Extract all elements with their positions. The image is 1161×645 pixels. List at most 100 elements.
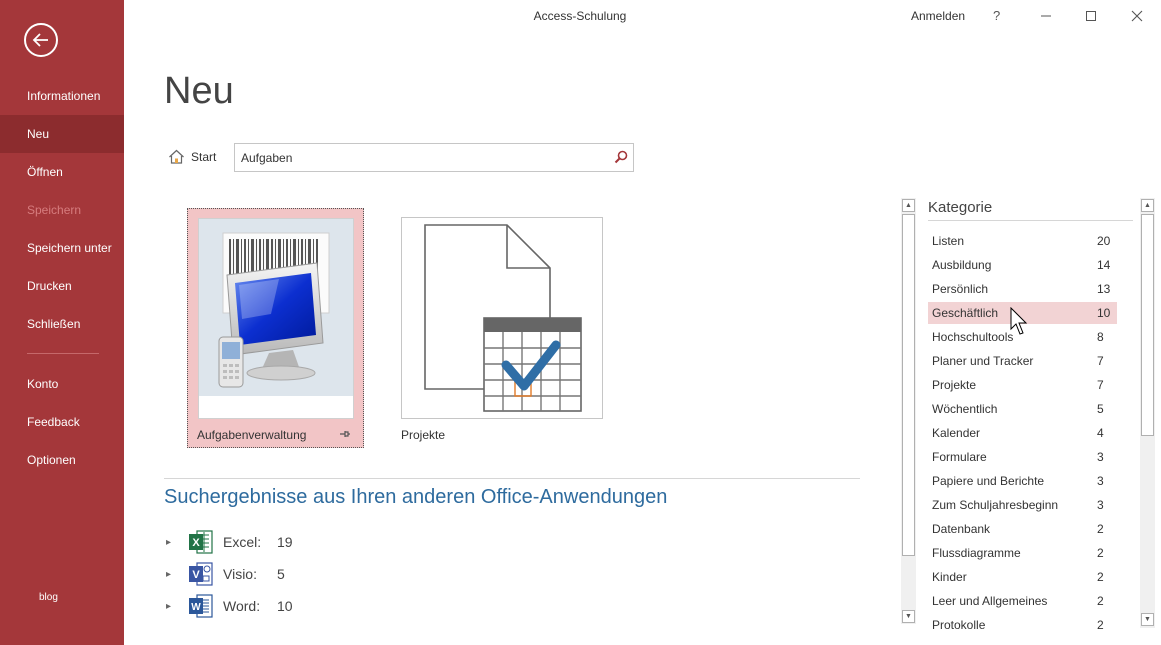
- category-name: Datenbank: [932, 522, 991, 536]
- nav-speichern: Speichern: [27, 203, 82, 217]
- category-count: 3: [1097, 474, 1104, 488]
- category-name: Planer und Tracker: [932, 354, 1034, 368]
- category-name: Listen: [932, 234, 965, 248]
- category-item[interactable]: Listen 20: [928, 230, 1117, 252]
- category-item[interactable]: Planer und Tracker 7: [928, 350, 1117, 372]
- nav-neu[interactable]: Neu: [0, 115, 124, 153]
- category-item[interactable]: Flussdiagramme 2: [928, 542, 1117, 564]
- category-count: 2: [1097, 546, 1104, 560]
- app-count-excel: 19: [277, 534, 293, 550]
- category-item[interactable]: Persönlich 13: [928, 278, 1117, 300]
- category-scrollbar-right[interactable]: ▲ ▼: [1140, 198, 1155, 628]
- app-name-excel: Excel:: [223, 534, 262, 550]
- close-button[interactable]: [1122, 4, 1152, 28]
- template-thumbnail: [198, 218, 354, 419]
- start-breadcrumb[interactable]: Start: [168, 149, 216, 164]
- category-divider: [928, 220, 1133, 221]
- help-button[interactable]: ?: [993, 8, 1000, 23]
- app-result-word[interactable]: ▸ W Word: 10: [166, 593, 293, 619]
- page-title: Neu: [164, 70, 234, 112]
- category-name: Flussdiagramme: [932, 546, 1021, 560]
- category-count: 7: [1097, 378, 1104, 392]
- category-scrollbar-left[interactable]: ▲ ▼: [901, 198, 916, 624]
- nav-informationen[interactable]: Informationen: [0, 77, 124, 115]
- template-label-projekte: Projekte: [401, 428, 446, 442]
- blog-label: blog: [39, 592, 58, 603]
- template-tile-aufgabenverwaltung[interactable]: Aufgabenverwaltung: [187, 208, 364, 448]
- maximize-button[interactable]: [1076, 4, 1106, 28]
- start-label: Start: [191, 149, 217, 164]
- category-count: 2: [1097, 522, 1104, 536]
- category-item[interactable]: Formulare 3: [928, 446, 1117, 468]
- nav-optionen[interactable]: Optionen: [0, 441, 124, 479]
- category-item[interactable]: Wöchentlich 5: [928, 398, 1117, 420]
- app-name-word: Word:: [223, 598, 261, 614]
- app-result-visio[interactable]: ▸ V Visio: 5: [166, 561, 285, 587]
- category-name: Projekte: [932, 378, 977, 392]
- nav-divider: [27, 353, 99, 354]
- scroll-up-arrow-icon[interactable]: ▲: [1141, 199, 1154, 212]
- category-name: Ausbildung: [932, 258, 992, 272]
- category-item[interactable]: Papiere und Berichte 3: [928, 470, 1117, 492]
- nav-speichern-unter[interactable]: Speichern unter: [0, 229, 124, 267]
- scroll-up-arrow-icon[interactable]: ▲: [902, 199, 915, 212]
- template-tile-projekte[interactable]: [401, 217, 603, 419]
- app-result-excel[interactable]: ▸ X Excel: 19: [166, 529, 293, 555]
- template-search-box: [234, 143, 634, 172]
- category-item[interactable]: Ausbildung 14: [928, 254, 1117, 276]
- category-count: 3: [1097, 450, 1104, 464]
- nav-konto[interactable]: Konto: [0, 365, 124, 403]
- category-item[interactable]: Kinder 2: [928, 566, 1117, 588]
- scroll-thumb[interactable]: [1141, 214, 1154, 436]
- category-count: 20: [1097, 234, 1111, 248]
- category-count: 2: [1097, 594, 1104, 608]
- category-item[interactable]: Leer und Allgemeines 2: [928, 590, 1117, 612]
- pin-icon: [340, 431, 350, 437]
- nav-drucken[interactable]: Drucken: [0, 267, 124, 305]
- computer-barcode-illustration: [218, 232, 330, 388]
- scroll-down-arrow-icon[interactable]: ▼: [1141, 613, 1154, 626]
- category-item[interactable]: Projekte 7: [928, 374, 1117, 396]
- category-name: Leer und Allgemeines: [932, 594, 1048, 608]
- signin-link[interactable]: Anmelden: [911, 9, 965, 23]
- category-count: 5: [1097, 402, 1104, 416]
- category-item[interactable]: Datenbank 2: [928, 518, 1117, 540]
- nav-schliessen[interactable]: Schließen: [0, 305, 124, 343]
- other-apps-heading: Suchergebnisse aus Ihren anderen Office-…: [164, 486, 668, 508]
- category-item[interactable]: Kalender 4: [928, 422, 1117, 444]
- category-count: 7: [1097, 354, 1104, 368]
- category-item[interactable]: Protokolle 2: [928, 614, 1117, 636]
- scroll-thumb[interactable]: [902, 214, 915, 556]
- category-name: Wöchentlich: [932, 402, 998, 416]
- category-count: 8: [1097, 330, 1104, 344]
- home-icon: [169, 149, 184, 164]
- category-name: Formulare: [932, 450, 987, 464]
- section-divider: [164, 478, 860, 479]
- backstage-sidebar: Informationen Neu Öffnen Speichern Speic…: [0, 0, 124, 645]
- search-icon: [614, 150, 628, 164]
- word-icon: W: [188, 593, 214, 619]
- minimize-button[interactable]: [1031, 4, 1061, 28]
- category-name: Protokolle: [932, 618, 986, 632]
- category-item[interactable]: Zum Schuljahresbeginn 3: [928, 494, 1117, 516]
- category-name: Kalender: [932, 426, 981, 440]
- back-button[interactable]: [24, 23, 58, 57]
- svg-text:V: V: [192, 569, 200, 581]
- category-count: 10: [1097, 306, 1111, 320]
- pin-button[interactable]: [339, 429, 351, 442]
- svg-text:W: W: [191, 602, 201, 613]
- calendar-document-icon: [424, 224, 582, 412]
- app-count-visio: 5: [277, 566, 285, 582]
- svg-text:X: X: [192, 537, 200, 549]
- category-name: Zum Schuljahresbeginn: [932, 498, 1059, 512]
- chevron-right-icon: ▸: [166, 536, 172, 548]
- search-input[interactable]: [235, 144, 595, 171]
- app-name-visio: Visio:: [223, 566, 257, 582]
- visio-icon: V: [188, 561, 214, 587]
- category-name: Kinder: [932, 570, 967, 584]
- search-button[interactable]: [614, 150, 628, 169]
- scroll-down-arrow-icon[interactable]: ▼: [902, 610, 915, 623]
- nav-oeffnen[interactable]: Öffnen: [0, 153, 124, 191]
- category-count: 2: [1097, 618, 1104, 632]
- nav-feedback[interactable]: Feedback: [0, 403, 124, 441]
